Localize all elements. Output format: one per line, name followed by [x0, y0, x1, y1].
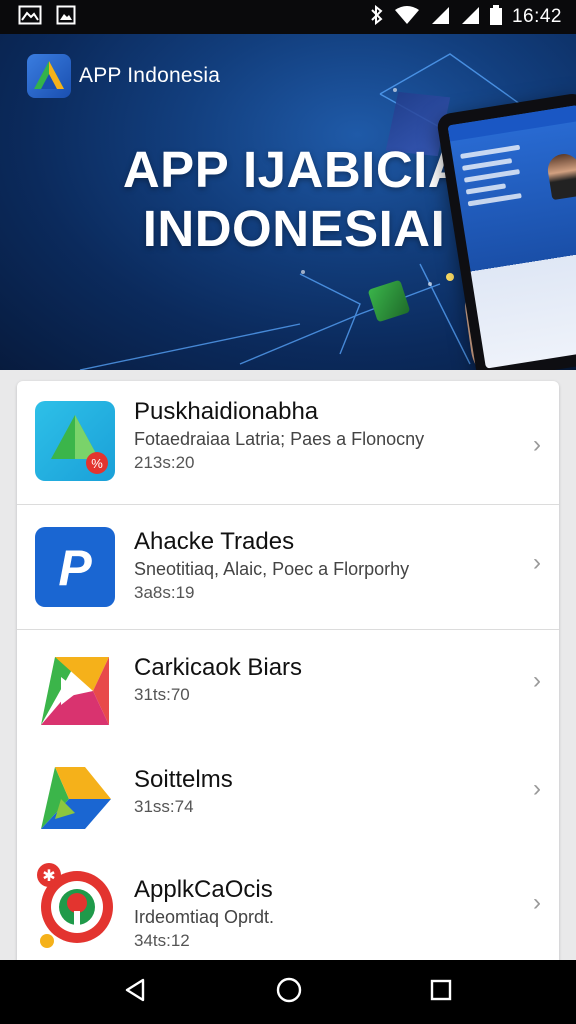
list-item[interactable]: Soittelms 31ss:74 › [17, 755, 559, 845]
status-left [18, 5, 76, 30]
wifi-icon [394, 5, 420, 30]
ring-app-icon: ✱ [35, 859, 115, 948]
battery-icon [489, 4, 502, 30]
hero-title-line2: INDONESIAI [142, 200, 446, 257]
app-description: Fotaedraiaa Latria; Paes a Flonocny [134, 429, 425, 449]
list-item-texts: Puskhaidionabha Fotaedraiaa Latria; Paes… [134, 397, 424, 475]
status-time: 16:42 [511, 6, 562, 27]
chevron-right-icon: › [533, 431, 541, 458]
list-item-texts: Soittelms 31ss:74 [134, 765, 233, 819]
hero-banner[interactable]: APP Indonesia APP IJABICIA INDONESIAI [0, 34, 576, 370]
list-item-texts: ApplkCaOcis Irdeomtiaq Oprdt. 34ts:12 [134, 875, 274, 953]
chevron-right-icon: › [533, 775, 541, 802]
gallery-icon [18, 5, 42, 30]
recents-icon[interactable] [429, 978, 453, 1007]
svg-text:%: % [91, 456, 103, 471]
image-icon [56, 5, 76, 30]
hero-title-line1: APP IJABICIA [122, 141, 466, 198]
chevron-right-icon: › [533, 667, 541, 694]
app-description: Sneotitiaq, Alaic, Poec a Florporhy [134, 559, 410, 579]
brand-name: APP Indonesia [79, 64, 221, 87]
arrow-app-icon [35, 651, 115, 731]
chevron-right-icon: › [533, 889, 541, 916]
puskha-app-icon: % [35, 401, 115, 481]
list-item[interactable]: Carkicaok Biars 31ts:70 › [17, 647, 559, 737]
list-item[interactable]: % Puskhaidionabha Fotaedraiaa Latria; Pa… [17, 395, 559, 505]
svg-text:P: P [58, 540, 92, 596]
app-name: Puskhaidionabha [134, 398, 319, 425]
app-description: Irdeomtiaq Oprdt. [134, 907, 275, 927]
status-right: 16:42 [370, 4, 562, 30]
app-meta: 31ts:70 [134, 685, 190, 704]
status-bar: 16:42 [0, 0, 576, 34]
back-icon[interactable] [123, 977, 149, 1008]
chevron-right-icon: › [533, 549, 541, 576]
divider [17, 629, 559, 630]
p-app-icon: P [35, 527, 115, 607]
app-name: Soittelms [134, 766, 233, 793]
app-name: Ahacke Trades [134, 528, 295, 555]
bluetooth-icon [370, 4, 384, 30]
app-name: ApplkCaOcis [134, 876, 273, 903]
app-meta: 3a8s:19 [134, 583, 195, 602]
brand-logo-icon [27, 54, 71, 98]
signal-icon [430, 5, 450, 30]
signal-icon [460, 5, 480, 30]
arrow-app-icon [35, 759, 115, 839]
app-list: % Puskhaidionabha Fotaedraiaa Latria; Pa… [17, 381, 559, 981]
app-meta: 213s:20 [134, 453, 195, 472]
navigation-bar [0, 960, 576, 1024]
divider [17, 504, 559, 505]
app-meta: 34ts:12 [134, 931, 190, 950]
svg-text:✱: ✱ [42, 866, 55, 885]
app-meta: 31ss:74 [134, 797, 194, 816]
list-item[interactable]: ✱ ApplkCaOcis Irdeomtiaq Oprdt. 34ts:12 … [17, 853, 559, 963]
app-name: Carkicaok Biars [134, 654, 303, 681]
list-item-texts: Carkicaok Biars 31ts:70 [134, 653, 302, 707]
brand: APP Indonesia [27, 54, 220, 98]
home-icon[interactable] [275, 976, 303, 1009]
list-item-texts: Ahacke Trades Sneotitiaq, Alaic, Poec a … [134, 527, 409, 605]
list-item[interactable]: P Ahacke Trades Sneotitiaq, Alaic, Poec … [17, 521, 559, 631]
hero-title: APP IJABICIA INDONESIAI [104, 140, 484, 258]
